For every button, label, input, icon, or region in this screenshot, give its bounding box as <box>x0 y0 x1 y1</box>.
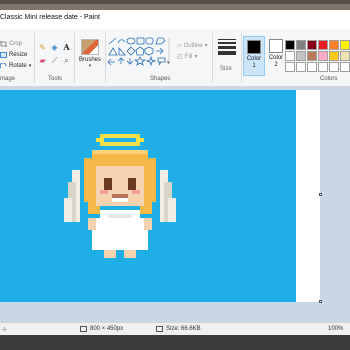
rotate-icon <box>0 62 7 69</box>
color1-label: Color <box>246 56 262 62</box>
palette-swatch[interactable] <box>296 62 306 72</box>
chevron-down-icon: ▾ <box>28 63 32 69</box>
palette-swatch[interactable] <box>340 40 350 50</box>
palette-swatch[interactable] <box>340 62 350 72</box>
crop-button[interactable]: Crop <box>0 41 22 47</box>
chevron-down-icon: ▾ <box>88 63 92 69</box>
color-picker-icon[interactable]: ⟋ <box>50 56 59 65</box>
size-label: Size <box>220 66 232 72</box>
file-size: Size: 66.6KB <box>156 326 201 332</box>
crop-icon <box>0 41 7 47</box>
palette-swatch[interactable] <box>318 51 328 61</box>
outline-icon: ▱ <box>177 43 182 49</box>
palette-swatch[interactable] <box>296 51 306 61</box>
zoom-level[interactable]: 100% <box>328 326 343 332</box>
disk-icon <box>156 326 163 332</box>
palette-swatch[interactable] <box>318 40 328 50</box>
rotate-label: Rotate <box>9 63 27 69</box>
shapes-group-label: Shapes <box>150 76 171 82</box>
shapes-gallery[interactable]: ▾ <box>107 36 173 67</box>
color2-number: 2 <box>274 62 278 68</box>
palette-swatch[interactable] <box>296 40 306 50</box>
colors-group-label: Colors <box>320 76 338 82</box>
outline-button[interactable]: ▱ Outline ▾ <box>177 42 208 50</box>
chevron-down-icon: ▾ <box>194 54 198 60</box>
divider <box>74 33 75 83</box>
brush-icon <box>81 39 99 55</box>
image-dimensions: 800 × 450px <box>80 326 123 332</box>
status-bar: ⊹ 800 × 450px Size: 66.6KB 100% <box>0 322 350 335</box>
palette-swatch[interactable] <box>318 62 328 72</box>
palette-swatch[interactable] <box>307 40 317 50</box>
cursor-icon: ⊹ <box>2 327 8 333</box>
canvas-edge <box>296 90 320 302</box>
divider <box>212 33 213 83</box>
fill-button[interactable]: ◰ Fill ▾ <box>177 53 198 61</box>
palette-swatch[interactable] <box>285 51 295 61</box>
line-weight-icon <box>218 39 236 55</box>
magnifier-icon[interactable]: ⌕ <box>62 56 71 65</box>
palette-swatch[interactable] <box>329 62 339 72</box>
title-bar[interactable]: Classic Mini release date - Paint <box>0 10 350 29</box>
drawing-canvas[interactable] <box>0 90 320 302</box>
fill-label: Fill <box>184 53 193 60</box>
palette-swatch[interactable] <box>340 51 350 61</box>
brushes-button[interactable]: Brushes ▾ <box>77 39 103 75</box>
color2-label: Color <box>268 55 284 61</box>
resize-button[interactable]: Resize <box>0 52 27 58</box>
angel-sprite <box>64 134 176 258</box>
fill-icon: ◰ <box>177 54 183 60</box>
taskbar <box>0 335 350 350</box>
divider <box>105 33 106 83</box>
dimensions-text: 800 × 450px <box>90 326 124 332</box>
color1-number: 1 <box>252 63 256 69</box>
file-size-text: Size: 66.6KB <box>166 326 201 332</box>
palette-swatch[interactable] <box>285 62 295 72</box>
image-group-label: mage <box>0 76 16 82</box>
palette-swatch[interactable] <box>329 51 339 61</box>
color2-swatch <box>269 39 283 53</box>
zoom-text: 100% <box>328 326 344 332</box>
pencil-icon[interactable]: ✎ <box>38 43 47 52</box>
cursor-position: ⊹ <box>2 326 9 333</box>
chevron-down-icon: ▾ <box>204 43 208 49</box>
resize-icon <box>0 52 7 58</box>
color2-button[interactable]: Color 2 <box>265 36 287 76</box>
tools-group-label: Tools <box>48 76 63 82</box>
workspace <box>0 87 350 322</box>
palette-swatch[interactable] <box>285 40 295 50</box>
divider <box>241 33 242 83</box>
resize-label: Resize <box>9 52 28 58</box>
window-title: Classic Mini release date - Paint <box>0 14 100 21</box>
monitor-bezel <box>0 0 350 10</box>
color-palette[interactable] <box>285 40 350 73</box>
color1-swatch <box>247 40 261 54</box>
divider <box>34 33 35 83</box>
palette-swatch[interactable] <box>307 62 317 72</box>
canvas-resize-handle-right[interactable] <box>319 193 322 196</box>
ribbon: Crop Resize Rotate ▾ mage ✎ ◈ A ▰ ⟋ ⌕ To… <box>0 29 350 87</box>
size-button[interactable]: Size <box>216 39 238 75</box>
svg-text:▾: ▾ <box>167 60 170 66</box>
outline-label: Outline <box>183 42 203 49</box>
canvas-resize-handle-corner[interactable] <box>319 300 322 303</box>
palette-swatch[interactable] <box>329 40 339 50</box>
fill-bucket-icon[interactable]: ◈ <box>50 43 59 52</box>
color1-button[interactable]: Color 1 <box>243 36 265 76</box>
palette-swatch[interactable] <box>307 51 317 61</box>
eraser-icon[interactable]: ▰ <box>38 56 47 65</box>
rotate-button[interactable]: Rotate ▾ <box>0 62 32 69</box>
dimensions-icon <box>80 326 87 332</box>
text-tool-icon[interactable]: A <box>62 43 71 52</box>
crop-label: Crop <box>9 41 23 47</box>
